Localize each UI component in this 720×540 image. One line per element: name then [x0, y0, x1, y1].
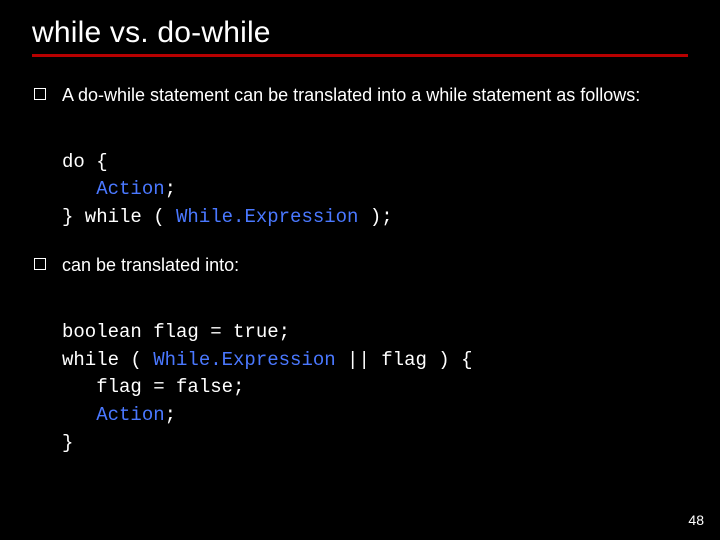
code2-l3: flag = false; — [62, 376, 244, 398]
code2-l2c: || flag ) { — [336, 349, 473, 371]
code1-semi1: ; — [165, 178, 176, 200]
bullet-text-2: can be translated into: — [62, 253, 688, 277]
square-bullet-icon — [34, 88, 46, 100]
code1-l1: do { — [62, 151, 108, 173]
square-bullet-icon — [34, 258, 46, 270]
bullet-item-2: can be translated into: — [34, 253, 688, 277]
code2-l4-indent — [62, 404, 96, 426]
code-block-1: do { Action; } while ( While.Expression … — [62, 121, 688, 231]
code2-l1: boolean flag = true; — [62, 321, 290, 343]
code2-action: Action — [96, 404, 164, 426]
code1-l3c: ); — [358, 206, 392, 228]
slide: while vs. do-while A do-while statement … — [0, 0, 720, 540]
code1-action: Action — [96, 178, 164, 200]
code2-expr: While.Expression — [153, 349, 335, 371]
title-underline — [32, 54, 688, 57]
slide-title: while vs. do-while — [32, 16, 688, 50]
slide-number: 48 — [688, 512, 704, 528]
code-block-2: boolean flag = true; while ( While.Expre… — [62, 292, 688, 457]
code1-expr: While.Expression — [176, 206, 358, 228]
code2-l5: } — [62, 432, 73, 454]
code1-l2-indent — [62, 178, 96, 200]
slide-body: A do-while statement can be translated i… — [32, 67, 688, 457]
bullet-item-1: A do-while statement can be translated i… — [34, 83, 688, 107]
code2-semi2: ; — [165, 404, 176, 426]
bullet-text-1: A do-while statement can be translated i… — [62, 83, 688, 107]
code2-l2a: while ( — [62, 349, 153, 371]
code1-l3a: } while ( — [62, 206, 176, 228]
